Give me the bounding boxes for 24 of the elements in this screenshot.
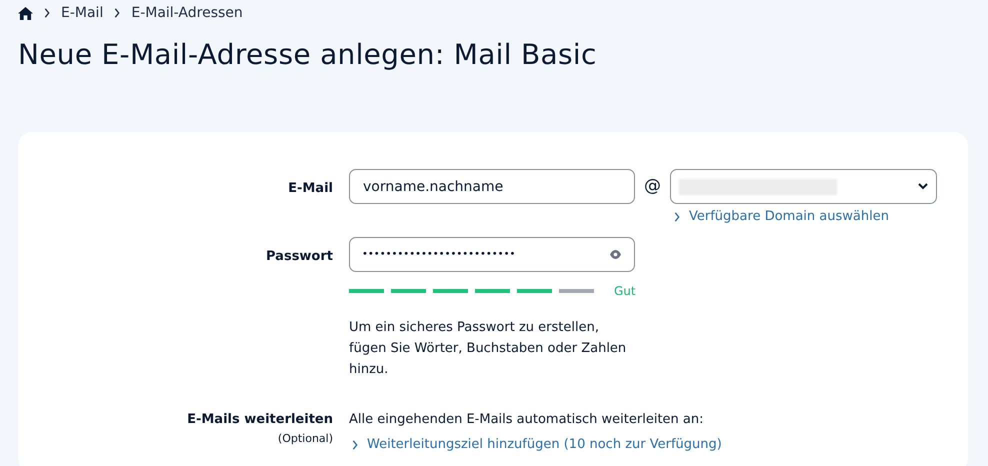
chevron-right-icon [351,440,359,450]
breadcrumb-link[interactable]: E-Mail-Adressen [131,2,243,24]
strength-reading: Gut [614,282,636,300]
domain-select[interactable] [670,169,937,204]
chevron-right-icon [43,8,51,18]
page-title: Neue E-Mail-Adresse anlegen: Mail Basic [18,37,598,73]
eye-icon[interactable] [609,250,622,258]
breadcrumb-link[interactable]: E-Mail [61,2,104,24]
password-hint: Um ein sicheres Passwort zu erstellen, fügen Sie Wörter, Buchstaben oder Zahlen hinzu. [349,318,628,378]
domain-link[interactable]: Verfügbare Domain auswählen [689,207,889,226]
forwarding-description: Alle eingehenden E-Mails automatisch weiterleiten an: [349,410,705,428]
chevron-right-icon [673,212,681,222]
field-label: E-Mails weiterleiten [187,410,333,428]
dropdown-caret-icon [918,183,928,190]
email-input[interactable]: vorname.nachname [349,169,635,204]
at-sign: @ [643,174,662,198]
chevron-right-icon [113,8,122,18]
password-dots: •••••••••••••••••••••••••• [362,248,516,262]
add-forwarding-link[interactable]: Weiterleitungsziel hinzufügen (10 noch zur Verfügung) [367,435,722,454]
password-input[interactable]: •••••••••••••••••••••••••• [349,236,635,272]
field-label: E-Mail [288,180,333,198]
field-label: Passwort [266,248,333,266]
optional-note: (Optional) [278,431,333,447]
home-icon[interactable] [18,6,33,20]
